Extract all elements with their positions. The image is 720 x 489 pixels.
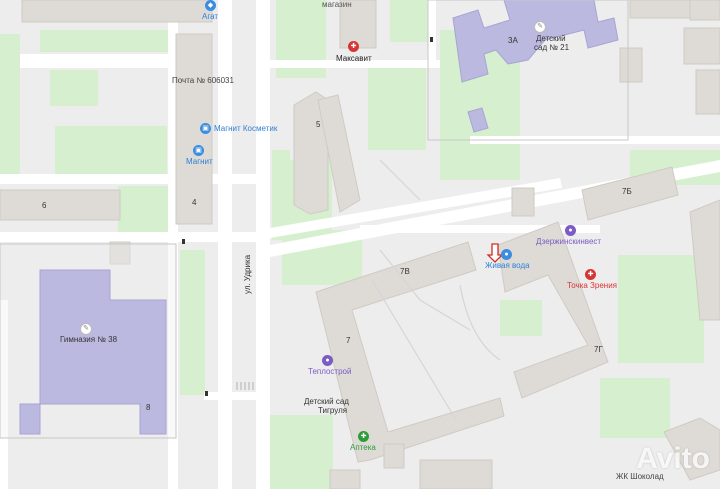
poi-apteka[interactable]: Аптека — [350, 443, 376, 452]
poi-maksavit[interactable]: Максавит — [336, 54, 372, 63]
office-icon: ● — [565, 225, 576, 236]
house-number-5: 5 — [316, 120, 321, 129]
shopping-bag-icon: ▣ — [200, 123, 211, 134]
medical-icon: ✚ — [585, 269, 596, 280]
avito-watermark: Avito — [636, 442, 710, 475]
house-number-7b: 7Б — [622, 187, 632, 196]
street-label-udrika: ул. Удрика — [243, 254, 252, 294]
water-drop-icon: ● — [501, 249, 512, 260]
poi-detsad21-line2[interactable]: сад № 21 — [534, 43, 569, 52]
pharmacy-icon: ✚ — [348, 41, 359, 52]
school-icon: ✎ — [80, 323, 92, 335]
poi-magazin[interactable]: магазин — [322, 0, 352, 9]
poi-teplostroy[interactable]: Теплострой — [308, 367, 351, 376]
map-base-layer — [0, 0, 720, 489]
house-number-7v: 7В — [400, 267, 410, 276]
house-number-8: 8 — [146, 403, 151, 412]
house-number-7: 7 — [346, 336, 351, 345]
jewelry-icon: ◆ — [205, 0, 216, 11]
pharmacy-icon: ✚ — [358, 431, 369, 442]
office-icon: ● — [322, 355, 333, 366]
poi-magnit[interactable]: Магнит — [186, 157, 213, 166]
poi-zhivaya-voda[interactable]: Живая вода — [485, 261, 530, 270]
poi-dzerzhinskinvest[interactable]: Дзержинскинвест — [536, 237, 601, 246]
poi-pochta[interactable]: Почта № 606031 — [172, 76, 234, 85]
poi-tochka-zreniya[interactable]: Точка Зрения — [567, 281, 617, 290]
kindergarten-icon: ✎ — [534, 21, 546, 33]
poi-detsad-tigrulya-line2[interactable]: Тигруля — [318, 406, 347, 415]
poi-gimnaziya[interactable]: Гимназия № 38 — [60, 335, 117, 344]
poi-agat[interactable]: Агат — [202, 12, 218, 21]
poi-magnit-kosmetik[interactable]: Магнит Косметик — [214, 124, 277, 133]
house-number-7g: 7Г — [594, 345, 603, 354]
house-number-4: 4 — [192, 198, 197, 207]
poi-detsad-tigrulya-line1[interactable]: Детский сад — [304, 397, 349, 406]
poi-detsad21-line1[interactable]: Детский — [536, 34, 566, 43]
map-canvas[interactable]: ул. Удрика 4 5 6 7 7Б 7В 7Г 8 3А магазин… — [0, 0, 720, 489]
shopping-cart-icon: ▣ — [193, 145, 204, 156]
house-number-6: 6 — [42, 201, 47, 210]
house-number-3a: 3А — [508, 36, 518, 45]
